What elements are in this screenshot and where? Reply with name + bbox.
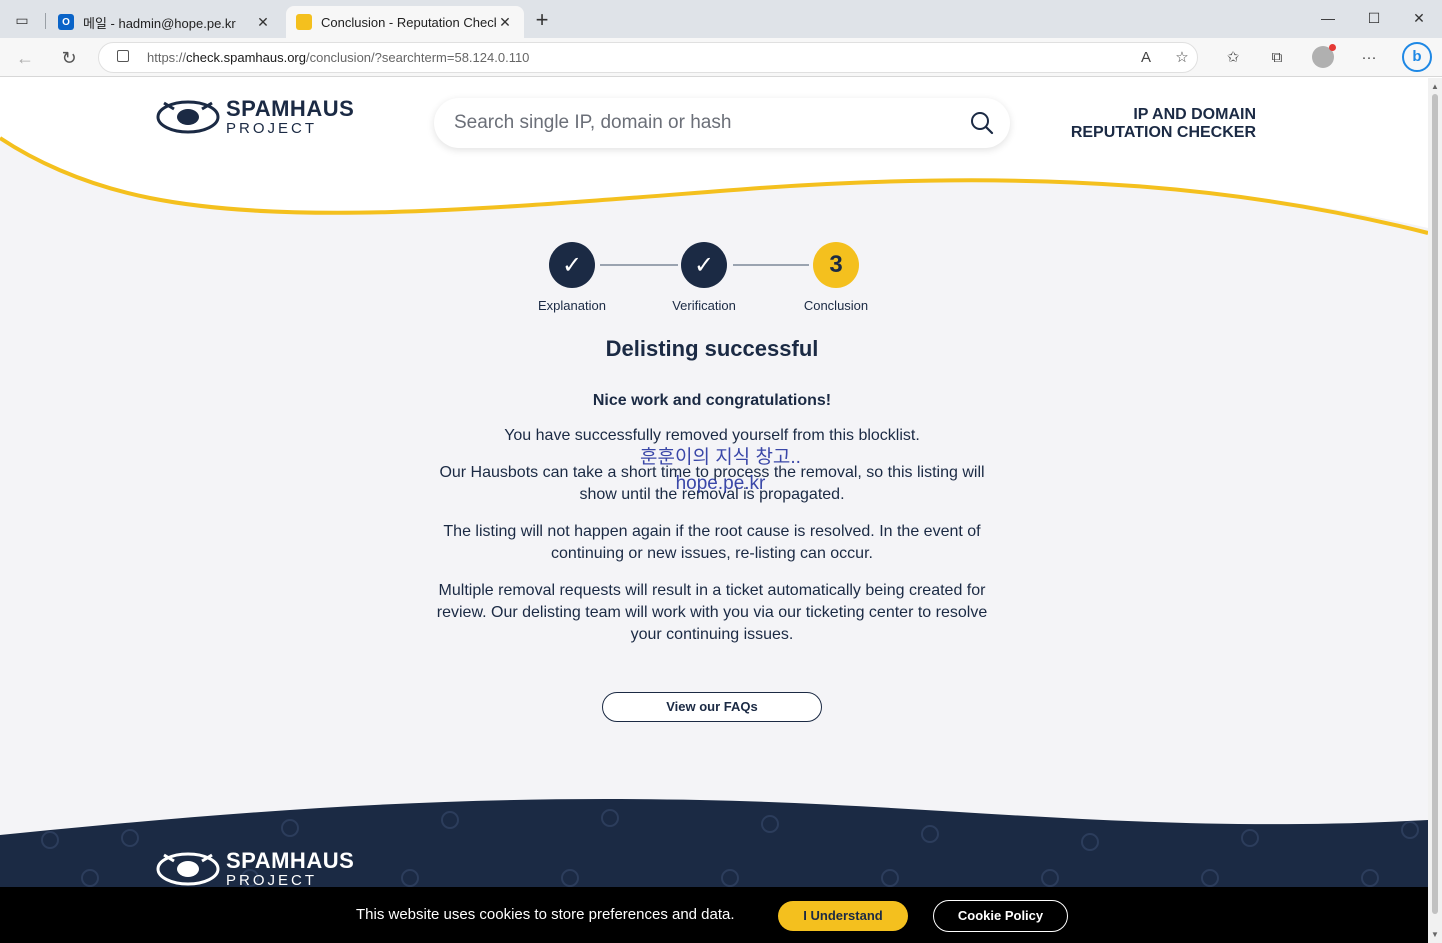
outlook-icon: O [58, 14, 74, 30]
bing-icon[interactable]: b [1402, 42, 1432, 72]
profile-avatar[interactable] [1312, 44, 1336, 68]
close-tab-icon[interactable]: ✕ [254, 14, 272, 31]
watermark: 훈훈이의 지식 창고.. hope.pe.kr [640, 447, 801, 494]
success-paragraph: You have successfully removed yourself f… [504, 427, 920, 444]
page-title: Delisting successful [605, 336, 819, 361]
close-window-icon[interactable]: ✕ [1396, 5, 1442, 31]
scroll-up-icon[interactable]: ▲ [1431, 82, 1439, 91]
search-icon[interactable] [970, 111, 994, 135]
ticket-paragraph: Multiple removal requests will result in… [436, 582, 988, 643]
page-scrollbar[interactable]: ▲ ▼ [1428, 78, 1442, 943]
tab-separator [45, 13, 46, 29]
tab-mail[interactable]: O 메일 - hadmin@hope.pe.kr ✕ [48, 6, 282, 38]
minimize-icon[interactable]: — [1305, 5, 1351, 31]
logo-word-spamhaus: SPAMHAUS [226, 96, 355, 121]
cookie-banner: This website uses cookies to store prefe… [0, 887, 1428, 943]
page-tagline: IP AND DOMAIN REPUTATION CHECKER [1070, 106, 1256, 141]
cookie-message: This website uses cookies to store prefe… [356, 906, 735, 923]
maximize-icon[interactable]: ☐ [1351, 5, 1397, 31]
spamhaus-bee-icon [156, 852, 220, 886]
step-number: 3 [813, 242, 859, 288]
step-conclusion: 3 Conclusion [776, 242, 896, 313]
more-icon[interactable]: ··· [1357, 46, 1381, 70]
view-faqs-button[interactable]: View our FAQs [602, 692, 822, 722]
congrats-text: Nice work and congratulations! [592, 392, 832, 409]
back-icon[interactable]: ← [12, 46, 38, 70]
lock-icon [117, 50, 129, 62]
conclusion-content: Delisting successful Nice work and congr… [434, 336, 990, 661]
checkmark-icon: ✓ [549, 242, 595, 288]
checkmark-icon: ✓ [681, 242, 727, 288]
tab-conclusion[interactable]: Conclusion - Reputation Checker ✕ [286, 6, 524, 38]
footer-spamhaus-logo[interactable]: SPAMHAUS PROJECT [156, 850, 354, 888]
refresh-icon[interactable]: ↻ [56, 46, 82, 70]
new-tab-button[interactable]: + [530, 8, 554, 32]
spamhaus-icon [296, 14, 312, 30]
cookie-policy-button[interactable]: Cookie Policy [933, 900, 1068, 932]
add-favorite-icon[interactable]: ☆ [1170, 46, 1194, 70]
step-verification: ✓ Verification [644, 242, 764, 313]
scrollbar-thumb[interactable] [1432, 94, 1438, 914]
search-input[interactable] [454, 108, 954, 138]
favorites-icon[interactable]: ✩ [1221, 46, 1245, 70]
read-aloud-icon[interactable]: A [1134, 46, 1158, 70]
page-viewport: SPAMHAUS PROJECT IP AND DOMAIN REPUTATIO… [0, 78, 1428, 943]
spamhaus-bee-icon [156, 100, 220, 134]
tab-title: Conclusion - Reputation Checker [321, 14, 496, 30]
address-bar-row: ← ↻ https://check.spamhaus.org/conclusio… [0, 38, 1442, 77]
step-explanation: ✓ Explanation [512, 242, 632, 313]
cookie-accept-button[interactable]: I Understand [778, 901, 908, 931]
scroll-down-icon[interactable]: ▼ [1431, 930, 1439, 939]
spamhaus-logo[interactable]: SPAMHAUS PROJECT [156, 98, 354, 136]
logo-word-spamhaus: SPAMHAUS [226, 848, 355, 873]
logo-word-project: PROJECT [226, 872, 318, 889]
search-box [434, 98, 1010, 148]
tab-actions-icon[interactable]: ▭ [8, 8, 36, 32]
collections-icon[interactable]: ⧉ [1265, 46, 1289, 70]
url-text: https://check.spamhaus.org/conclusion/?s… [147, 50, 530, 65]
logo-word-project: PROJECT [226, 120, 318, 137]
tab-title: 메일 - hadmin@hope.pe.kr [83, 15, 236, 31]
url-field[interactable]: https://check.spamhaus.org/conclusion/?s… [98, 42, 1198, 73]
relisting-paragraph: The listing will not happen again if the… [443, 523, 981, 562]
browser-tab-bar: ▭ O 메일 - hadmin@hope.pe.kr ✕ Conclusion … [0, 0, 1442, 38]
close-tab-icon[interactable]: ✕ [496, 14, 514, 31]
